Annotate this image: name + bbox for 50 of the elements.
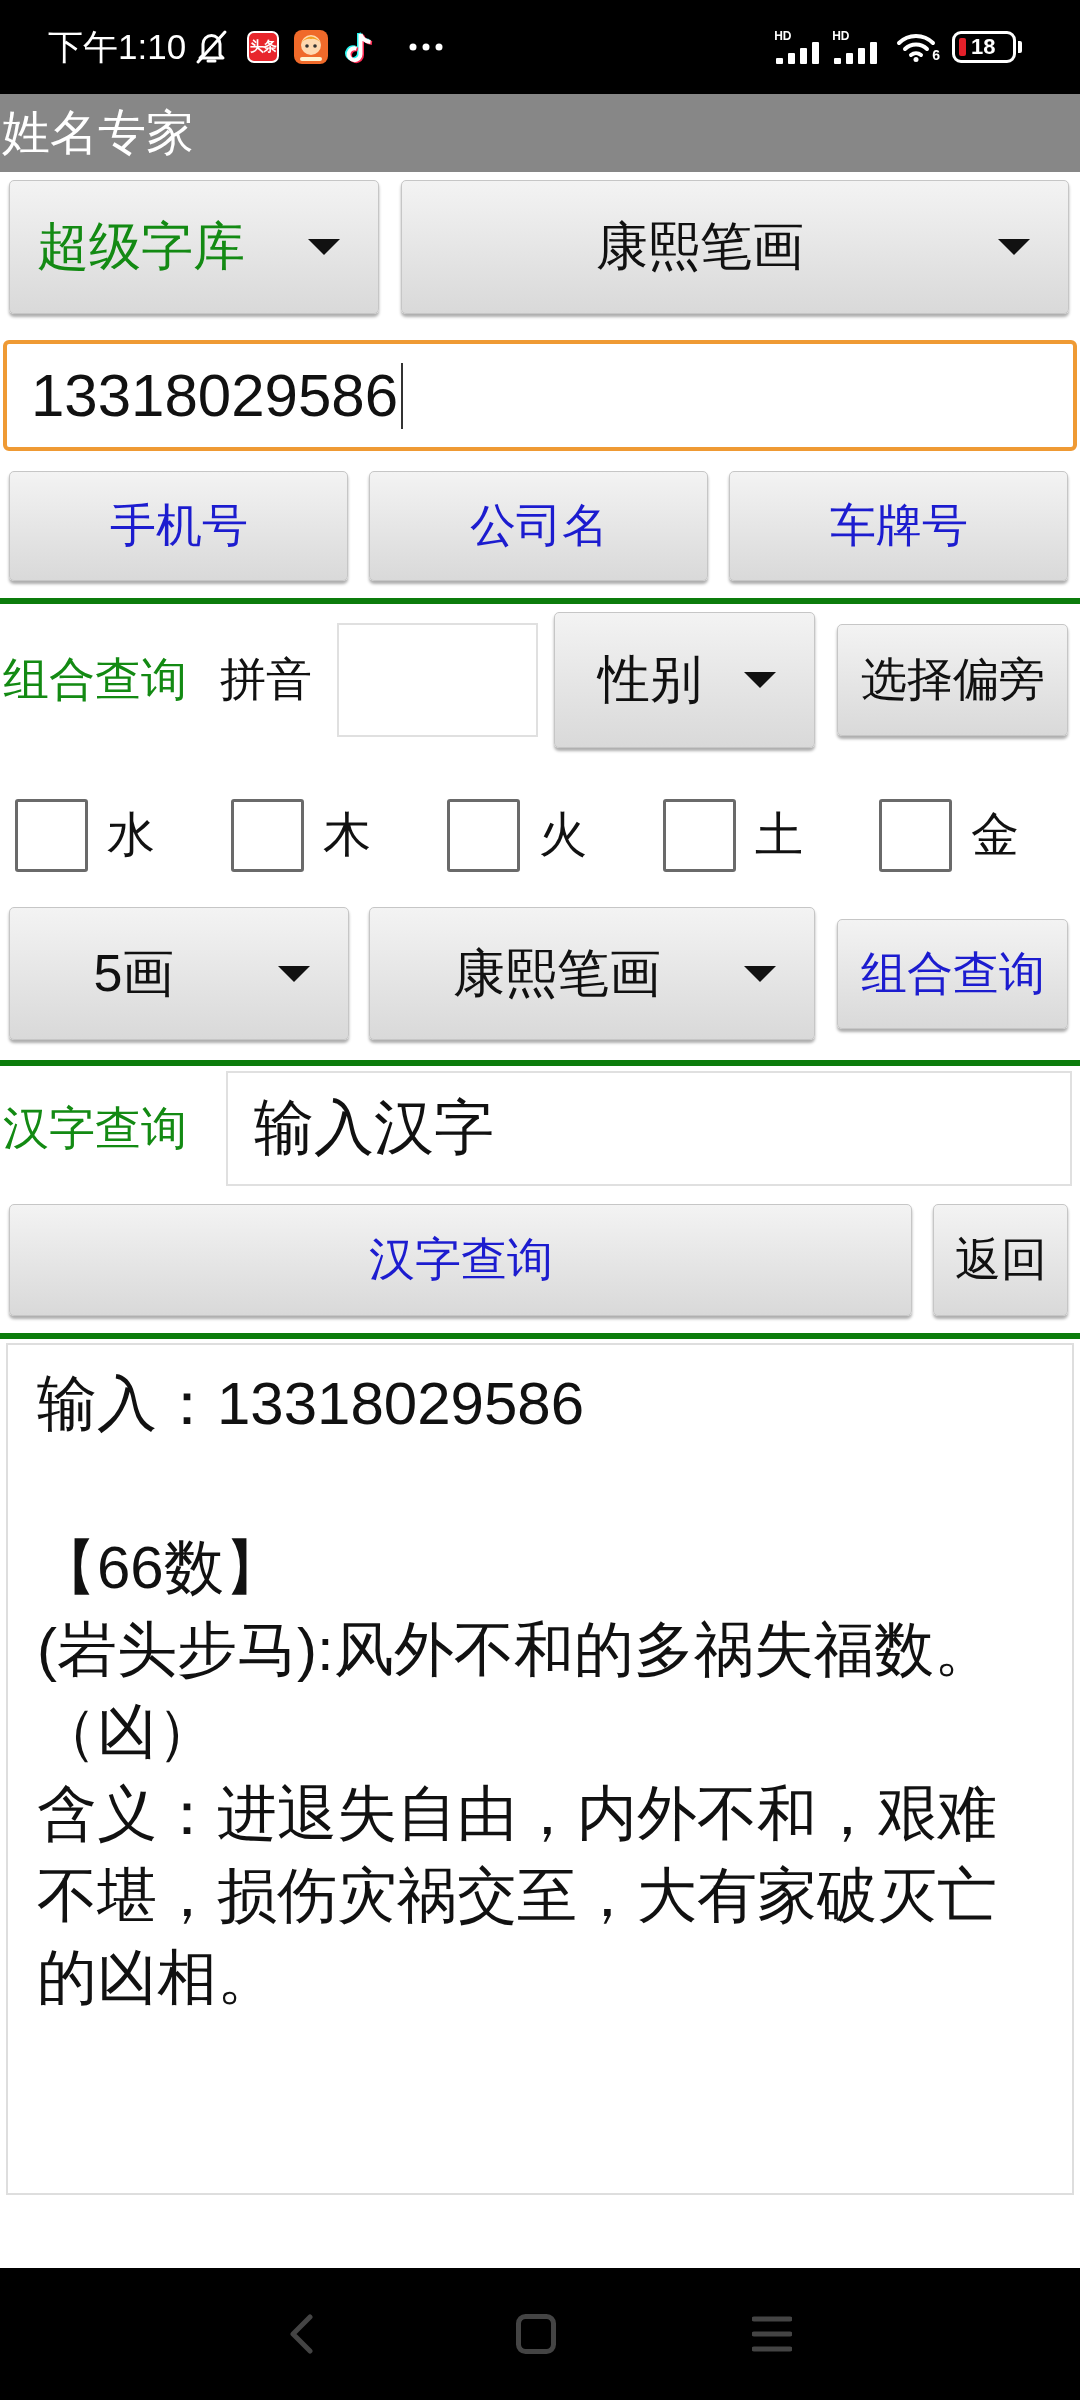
checkbox[interactable]: [231, 798, 304, 872]
input-echo-text: 输入：13318029586: [37, 1369, 586, 1439]
caret-down-icon: [308, 239, 340, 255]
checkbox-label: 火: [539, 807, 587, 863]
network-type-label: HD: [774, 30, 792, 42]
checkbox[interactable]: [15, 798, 88, 872]
query-type-button[interactable]: 车牌号: [729, 471, 1068, 581]
library-dropdown[interactable]: 超级字库: [9, 180, 379, 314]
caret-down-icon: [744, 965, 776, 982]
meaning-text: 含义：进退失自由，内外不和，艰难不堪，损伤灾祸交至，大有家破灭亡的凶相。: [37, 1779, 998, 2013]
stroke-mode-dropdown[interactable]: 康熙笔画: [401, 180, 1069, 314]
caret-down-icon: [744, 672, 776, 688]
checkbox[interactable]: [447, 798, 520, 872]
cartoon-app-icon: [294, 30, 329, 64]
phone-number-field[interactable]: 13318029586: [3, 340, 1077, 451]
checkbox[interactable]: [879, 798, 952, 872]
app-title: 姓名专家: [2, 105, 194, 161]
combo-query-button[interactable]: 组合查询: [837, 918, 1068, 1029]
checkbox[interactable]: [663, 798, 736, 872]
pinyin-field[interactable]: [337, 623, 538, 737]
query-type-button[interactable]: 公司名: [369, 471, 708, 581]
checkbox-label: 木: [323, 807, 371, 863]
stroke-mode-dropdown[interactable]: 康熙笔画: [369, 907, 815, 1040]
query-type-button[interactable]: 手机号: [9, 471, 348, 581]
radical-button[interactable]: 选择偏旁: [837, 624, 1068, 736]
checkbox-label: 水: [107, 807, 155, 863]
verse-text: (岩头步马):风外不和的多祸失福数。: [37, 1615, 995, 1685]
number-title: 【66数】: [37, 1533, 285, 1603]
hanzi-field[interactable]: 输入汉字: [226, 1071, 1072, 1186]
battery-charge-icon: [959, 38, 966, 56]
status-time: 下午1:10: [48, 25, 187, 68]
back-button[interactable]: 返回: [933, 1204, 1068, 1316]
muted-bell-icon: [195, 29, 229, 65]
battery-percentage: 18: [971, 36, 996, 58]
news-app-icon: 头条: [247, 31, 280, 63]
section-label: 汉字查询: [3, 1100, 187, 1156]
more-icon: [409, 43, 444, 51]
wifi-standard-label: 6: [932, 48, 940, 62]
strokes-dropdown[interactable]: 5画: [9, 907, 349, 1040]
caret-down-icon: [278, 965, 310, 982]
hanzi-query-button[interactable]: 汉字查询: [9, 1204, 912, 1316]
field-label: 拼音: [220, 652, 312, 707]
text-cursor: [401, 362, 404, 429]
section-label: 组合查询: [3, 652, 187, 707]
verdict-text: （凶）: [37, 1697, 218, 1767]
checkbox-label: 金: [971, 807, 1019, 863]
network-type-label: HD: [832, 30, 850, 42]
checkbox-label: 土: [755, 807, 803, 863]
caret-down-icon: [998, 239, 1030, 255]
gender-dropdown[interactable]: 性别: [554, 612, 815, 748]
